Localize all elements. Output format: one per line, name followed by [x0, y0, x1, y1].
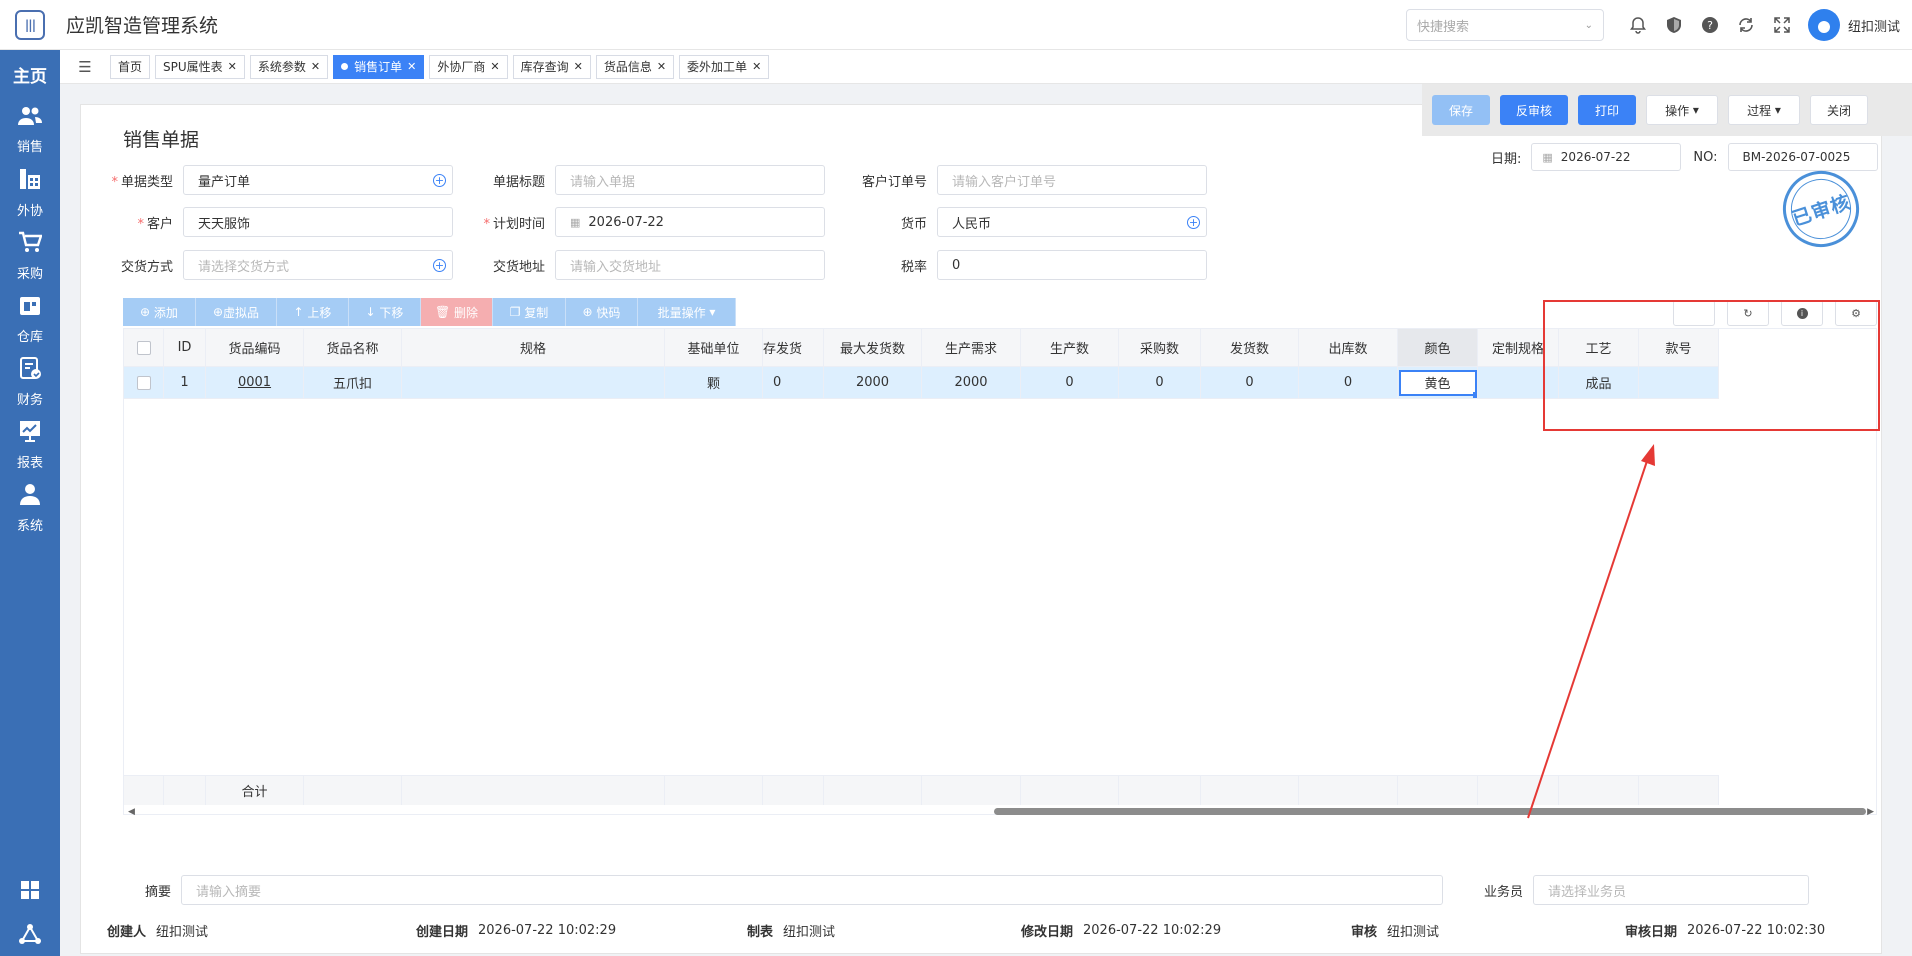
- annotation-arrow: [1527, 444, 1655, 819]
